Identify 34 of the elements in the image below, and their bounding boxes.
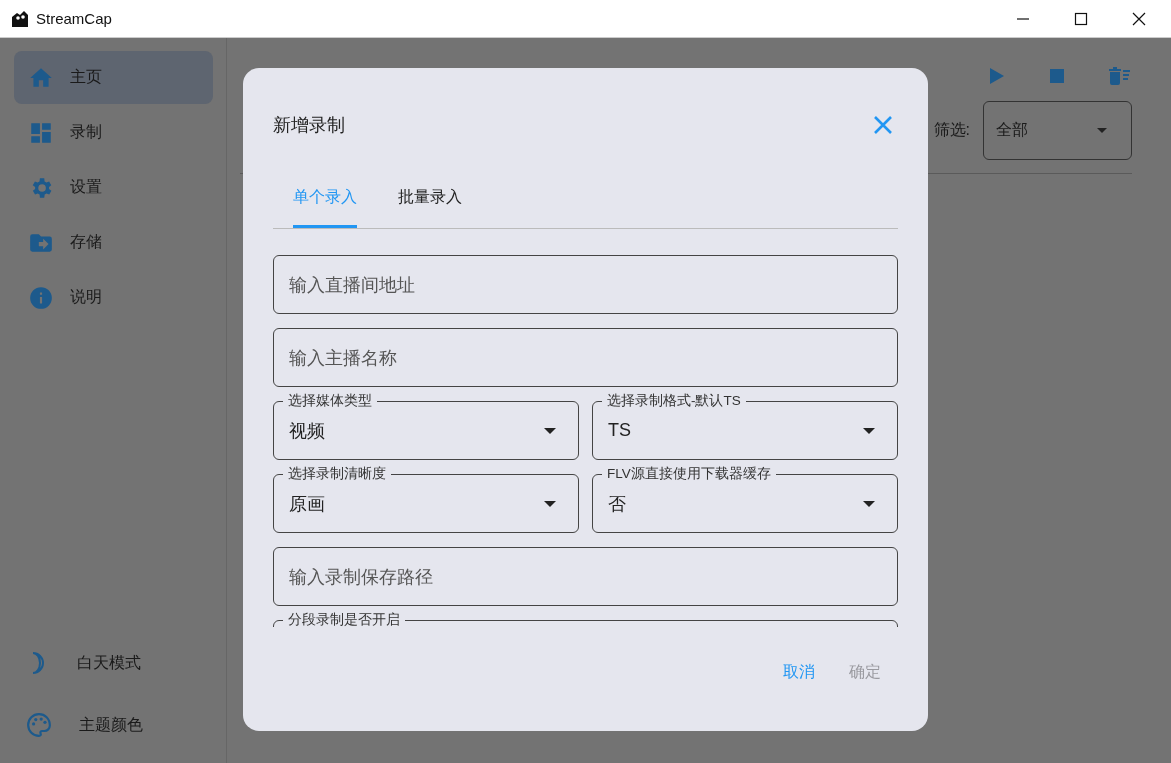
caret-icon [863,500,875,507]
input-field[interactable]: 输入录制保存路径 [273,547,898,606]
field-label: 选择录制清晰度 [283,465,391,483]
sidebar-item[interactable]: 白天模式 [0,637,226,689]
input-field[interactable]: 输入直播间地址 [273,255,898,314]
sidebar-item[interactable]: 存储 [14,216,213,269]
field-label: FLV源直接使用下载器缓存 [602,465,776,483]
field-label: 选择媒体类型 [283,392,377,410]
dialog-title: 新增录制 [273,114,345,137]
app-logo-icon [10,8,30,29]
sidebar-item[interactable]: 主页 [14,51,213,104]
sidebar-item[interactable]: 录制 [14,106,213,159]
caret-icon [863,427,875,434]
dropdown-field[interactable]: 分段录制是否开启 [273,611,898,627]
info-icon [28,284,54,311]
field-label: 选择录制格式-默认TS [602,392,746,410]
caret-icon [1097,128,1107,133]
filter-label: 筛选: [933,120,970,140]
close-icon[interactable] [1132,11,1146,26]
maximize-icon[interactable] [1074,11,1088,26]
window-title: StreamCap [36,10,112,27]
input-field[interactable]: 输入主播名称 [273,328,898,387]
sidebar-item[interactable]: 设置 [14,161,213,214]
sidebar-item[interactable]: 说明 [14,271,213,324]
tab[interactable]: 批量录入 [398,187,462,228]
sidebar-item[interactable]: 主题颜色 [0,699,226,751]
field-label: 分段录制是否开启 [283,611,405,627]
caret-icon [544,500,556,507]
delete-icon[interactable] [1106,64,1132,88]
tab[interactable]: 单个录入 [293,187,357,228]
dialog-button[interactable]: 取消 [771,656,827,689]
palette-icon [26,712,52,738]
caret-icon [544,427,556,434]
filter-dropdown[interactable]: 全部 [983,101,1132,160]
